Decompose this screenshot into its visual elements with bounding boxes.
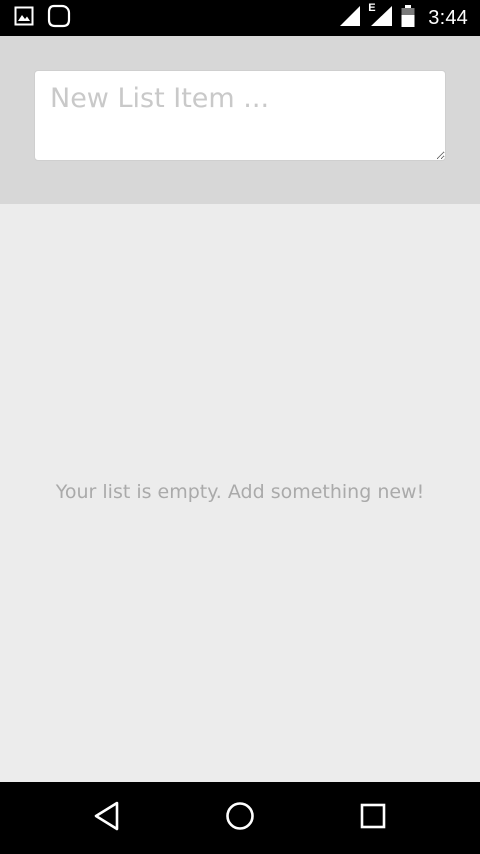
system-icons: E 3:44 xyxy=(338,0,468,36)
home-button[interactable] xyxy=(195,782,285,854)
recents-button[interactable] xyxy=(328,782,418,854)
back-button[interactable] xyxy=(62,782,152,854)
navigation-bar xyxy=(0,782,480,854)
network-type-label: E xyxy=(368,1,376,14)
app-notification-icon xyxy=(46,3,72,34)
home-icon xyxy=(224,800,256,837)
signal-icon xyxy=(338,4,362,33)
status-time: 3:44 xyxy=(428,6,468,29)
data-signal-icon: E xyxy=(368,1,394,33)
recents-icon xyxy=(359,802,387,835)
battery-icon xyxy=(400,4,416,33)
new-list-item-input[interactable] xyxy=(34,70,446,161)
back-icon xyxy=(92,800,122,837)
status-bar: E 3:44 xyxy=(0,0,480,36)
notification-area xyxy=(14,0,72,36)
image-notification-icon xyxy=(14,6,34,31)
new-item-panel xyxy=(0,36,480,204)
list-container: Your list is empty. Add something new! xyxy=(0,204,480,782)
empty-list-message: Your list is empty. Add something new! xyxy=(55,481,425,503)
